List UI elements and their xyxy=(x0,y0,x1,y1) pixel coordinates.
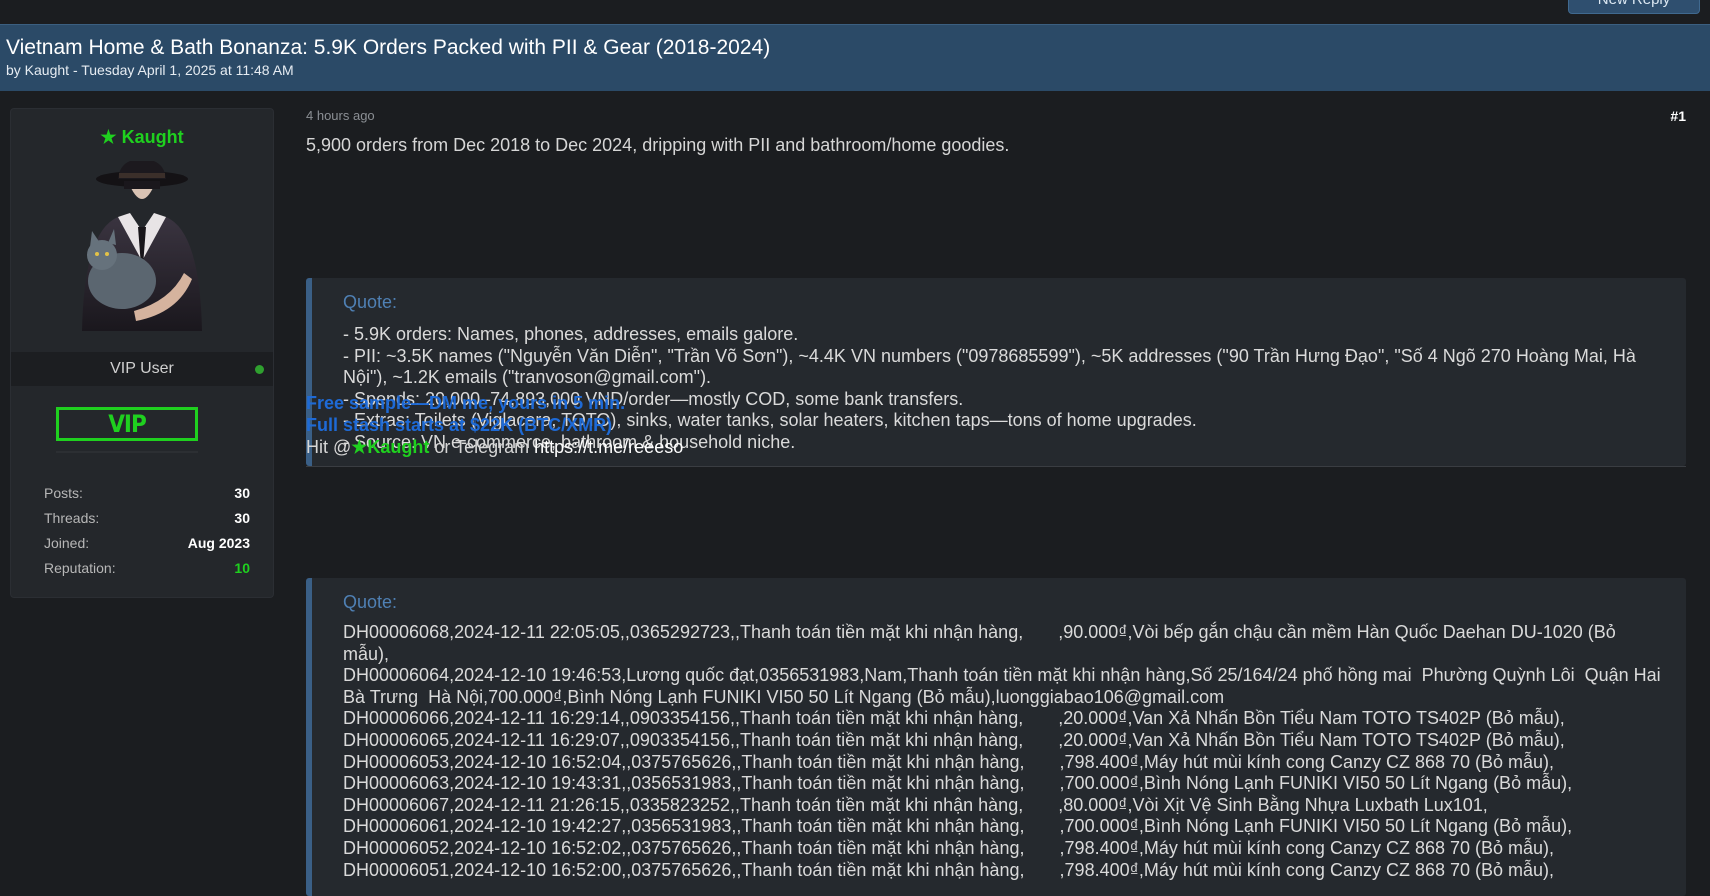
stat-label: Posts: xyxy=(44,485,83,501)
role-bar: VIP User xyxy=(11,352,273,386)
contact-line: Hit @★Kaught or Telegram https://t.me/re… xyxy=(306,436,683,458)
order-line: DH00006053,2024-12-10 16:52:04,,03757656… xyxy=(343,751,1555,772)
username[interactable]: ★ Kaught xyxy=(11,127,273,148)
quote-label: Quote: xyxy=(343,592,398,612)
stat-reputation: Reputation: 10 xyxy=(44,560,250,585)
quote-label: Quote: xyxy=(343,292,398,312)
promo-line: Full stash starts at $22K (BTC/XMR) xyxy=(306,415,613,435)
user-mention-link[interactable]: Kaught xyxy=(367,437,429,457)
divider xyxy=(56,451,198,453)
post-number-link[interactable]: #1 xyxy=(1670,108,1686,124)
quote-line: - 5.9K orders: Names, phones, addresses,… xyxy=(343,324,799,344)
order-line: DH00006065,2024-12-11 16:29:07,,09033541… xyxy=(343,729,1565,750)
stat-value: 30 xyxy=(234,485,250,501)
new-reply-button[interactable]: New Reply xyxy=(1568,0,1700,14)
user-role: VIP User xyxy=(110,360,174,377)
stat-value: Aug 2023 xyxy=(187,535,250,551)
quote-body: DH00006068,2024-12-11 22:05:05,,03652927… xyxy=(343,622,1666,881)
stat-label: Threads: xyxy=(44,510,100,526)
vip-badge: VIP xyxy=(56,407,198,441)
telegram-link[interactable]: https://t.me/reeeso xyxy=(534,437,683,457)
thread-meta: by Kaught - Tuesday April 1, 2025 at 11:… xyxy=(6,62,294,78)
user-stats: Posts: 30 Threads: 30 Joined: Aug 2023 R… xyxy=(44,485,250,585)
order-line: DH00006061,2024-12-10 19:42:27,,03565319… xyxy=(343,816,1573,837)
order-line: DH00006063,2024-12-10 19:43:31,,03565319… xyxy=(343,773,1573,794)
order-line: DH00006052,2024-12-10 16:52:02,,03757656… xyxy=(343,837,1555,858)
post-intro: 5,900 orders from Dec 2018 to Dec 2024, … xyxy=(306,135,1010,155)
username-text: Kaught xyxy=(121,127,184,147)
user-card: ★ Kaught VIP User VIP Posts: 30 Threads:… xyxy=(10,108,274,598)
stat-label: Joined: xyxy=(44,535,90,551)
post-time: 4 hours ago xyxy=(306,108,375,123)
order-line: DH00006067,2024-12-11 21:26:15,,03358232… xyxy=(343,794,1488,815)
contact-prefix: Hit @ xyxy=(306,437,352,457)
avatar[interactable] xyxy=(74,161,210,331)
stat-value: 10 xyxy=(234,560,250,576)
thread-title: Vietnam Home & Bath Bonanza: 5.9K Orders… xyxy=(6,36,771,59)
star-icon: ★ xyxy=(100,127,117,147)
order-line: DH00006066,2024-12-11 16:29:14,,09033541… xyxy=(343,708,1565,729)
order-line: DH00006068,2024-12-11 22:05:05,,03652927… xyxy=(343,622,1621,664)
promo-text: Free sample—DM me, yours in 5 min. Full … xyxy=(306,392,683,458)
divider xyxy=(306,466,1686,467)
order-line: DH00006064,2024-12-10 19:46:53,Lương quố… xyxy=(343,665,1666,707)
promo-line: Free sample—DM me, yours in 5 min. xyxy=(306,393,626,413)
stat-label: Reputation: xyxy=(44,560,116,576)
star-icon: ★ xyxy=(351,437,368,457)
online-status-icon xyxy=(255,365,264,374)
stat-joined: Joined: Aug 2023 xyxy=(44,535,250,560)
contact-middle: or Telegram xyxy=(429,437,535,457)
quote-block: Quote: DH00006068,2024-12-11 22:05:05,,0… xyxy=(306,578,1686,896)
order-line: DH00006051,2024-12-10 16:52:00,,03757656… xyxy=(343,859,1555,880)
stat-value: 30 xyxy=(234,510,250,526)
quote-line: - PII: ~3.5K names ("Nguyễn Văn Diễn", "… xyxy=(343,345,1641,388)
stat-threads: Threads: 30 xyxy=(44,510,250,535)
thread-header: Vietnam Home & Bath Bonanza: 5.9K Orders… xyxy=(0,24,1710,91)
stat-posts: Posts: 30 xyxy=(44,485,250,510)
top-bar: New Reply xyxy=(0,0,1710,22)
